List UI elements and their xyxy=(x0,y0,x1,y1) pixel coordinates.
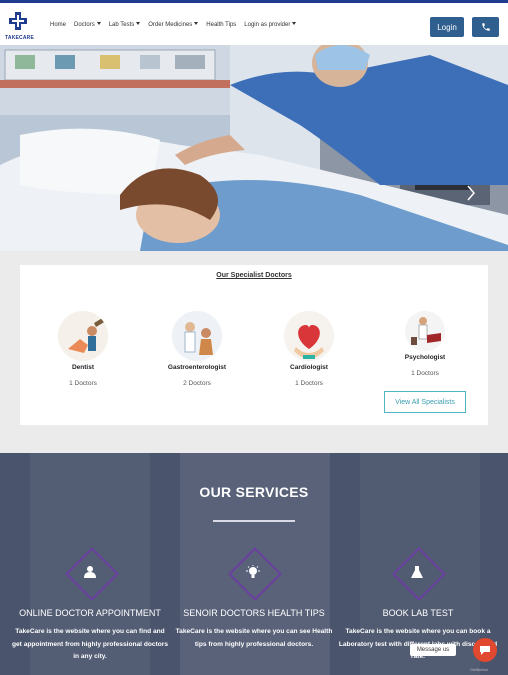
doctor-icon xyxy=(80,562,100,582)
specialist-name: Gastroenterologist xyxy=(167,364,227,371)
flask-icon xyxy=(407,562,427,582)
brand-logo[interactable]: TAKECARE xyxy=(5,11,35,45)
lightbulb-icon xyxy=(243,562,263,582)
main-menu: Home Doctors Lab Tests Order Medicines H… xyxy=(50,22,304,28)
service-description: TakeCare is the website where you can se… xyxy=(175,628,333,648)
specialist-count: 2 Doctors xyxy=(183,380,211,387)
specialist-cardiologist[interactable]: Cardiologist 1 Doctors xyxy=(269,311,349,387)
specialist-name: Dentist xyxy=(71,364,95,371)
service-title: BOOK LAB TEST xyxy=(382,608,454,618)
phone-icon xyxy=(481,23,490,31)
brand-name: TAKECARE xyxy=(5,35,35,41)
caret-down-icon xyxy=(96,22,101,25)
message-us-label[interactable]: Message us xyxy=(410,644,456,656)
nav-home[interactable]: Home xyxy=(50,22,66,28)
specialist-count: 1 Doctors xyxy=(295,380,323,387)
chevron-right-icon[interactable] xyxy=(466,185,476,201)
nav-doctors[interactable]: Doctors xyxy=(74,22,101,28)
nav-home-label: Home xyxy=(50,22,67,28)
specialist-count: 1 Doctors xyxy=(69,380,97,387)
view-all-specialists-button[interactable]: View All Specialists xyxy=(384,391,466,413)
specialists-title: Our Specialist Doctors xyxy=(216,272,292,279)
caret-down-icon xyxy=(194,22,199,25)
specialist-dentist[interactable]: Dentist 1 Doctors xyxy=(43,311,123,387)
specialist-name: Cardiologist xyxy=(290,364,328,371)
nav-health-tips-label: Health Tips xyxy=(206,22,237,28)
service-description: TakeCare is the website where you can fi… xyxy=(11,628,169,660)
nav-login-provider-label: Login as provider xyxy=(244,22,291,28)
dentist-illustration xyxy=(58,311,108,361)
nav-login-provider[interactable]: Login as provider xyxy=(244,22,297,28)
nav-doctors-label: Doctors xyxy=(74,22,95,28)
nav-order-medicines-label: Order Medicines xyxy=(148,22,193,28)
service-title: ONLINE DOCTOR APPOINTMENT xyxy=(19,608,161,618)
nav-lab-tests-label: Lab Tests xyxy=(108,22,135,28)
nav-health-tips[interactable]: Health Tips xyxy=(206,22,236,28)
cardiologist-illustration xyxy=(284,311,334,361)
login-button[interactable]: Login xyxy=(430,17,464,37)
nav-order-medicines[interactable]: Order Medicines xyxy=(148,22,199,28)
caret-down-icon xyxy=(136,22,141,25)
navbar: TAKECARE Home Doctors Lab Tests Order Me… xyxy=(0,3,508,45)
chat-button[interactable] xyxy=(473,638,497,662)
hero-image xyxy=(0,45,508,251)
chat-bubble-icon xyxy=(480,646,490,655)
services-divider xyxy=(213,520,295,522)
specialist-count: 1 Doctors xyxy=(411,370,439,377)
services-title: OUR SERVICES xyxy=(199,484,309,500)
hero-carousel[interactable] xyxy=(0,45,508,251)
caret-down-icon xyxy=(292,22,297,25)
widget-credit: GetButton xyxy=(470,667,489,672)
call-button[interactable] xyxy=(472,17,499,37)
specialist-name: Psychologist xyxy=(404,354,446,361)
specialist-psychologist[interactable]: Psychologist 1 Doctors xyxy=(385,311,465,377)
psychologist-illustration xyxy=(405,311,445,351)
service-title: SENOIR DOCTORS HEALTH TIPS xyxy=(183,608,325,618)
gastroenterologist-illustration xyxy=(172,311,222,361)
medical-cross-icon xyxy=(9,12,27,30)
nav-lab-tests[interactable]: Lab Tests xyxy=(109,22,141,28)
specialist-gastroenterologist[interactable]: Gastroenterologist 2 Doctors xyxy=(157,311,237,387)
